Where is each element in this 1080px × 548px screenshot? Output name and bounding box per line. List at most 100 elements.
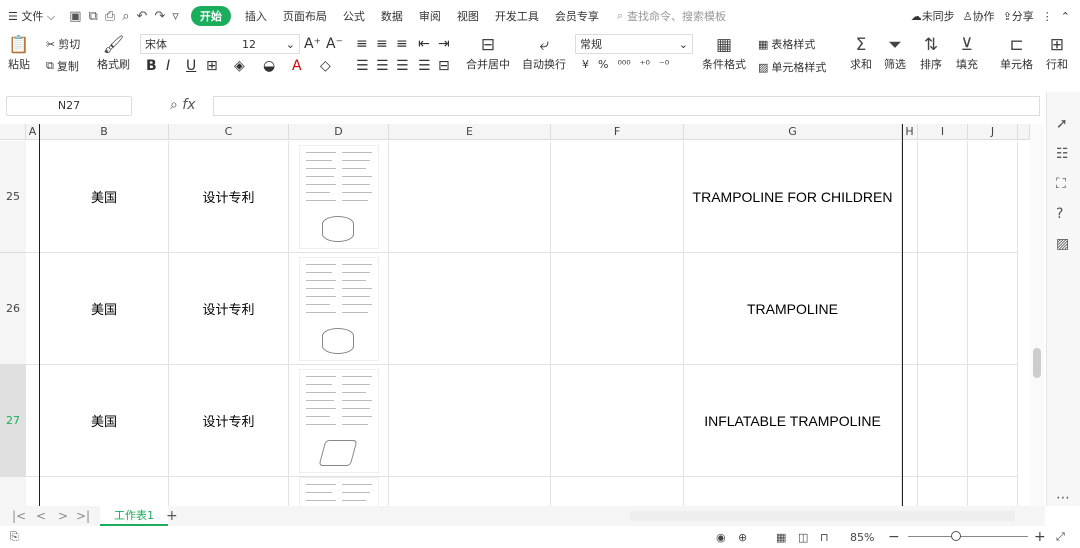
more-icon[interactable]: ⋯: [1056, 490, 1070, 506]
save-icon[interactable]: ▣: [69, 9, 81, 24]
patent-image-cell[interactable]: [289, 365, 389, 477]
underline-icon[interactable]: U: [186, 58, 196, 74]
fx-button[interactable]: fx: [182, 97, 195, 113]
country-cell[interactable]: 美国: [40, 141, 169, 253]
cell[interactable]: [902, 253, 918, 365]
image-icon[interactable]: ▨: [1056, 236, 1069, 252]
row-header[interactable]: 25: [0, 141, 26, 253]
macro-icon[interactable]: ⎘: [10, 530, 19, 544]
copy-button[interactable]: ⧉ 复制: [46, 58, 79, 74]
tab-view[interactable]: 视图: [449, 8, 487, 24]
cell[interactable]: [918, 477, 968, 506]
italic-icon[interactable]: I: [166, 58, 170, 74]
tab-developer[interactable]: 开发工具: [487, 8, 547, 24]
row-header[interactable]: [0, 477, 26, 506]
table-style-button[interactable]: ▦ 表格样式: [758, 36, 815, 52]
zoom-slider-handle[interactable]: [951, 531, 961, 541]
conditional-format-button[interactable]: ▦ 条件格式: [702, 34, 746, 72]
align-right-icon[interactable]: ☰: [396, 58, 409, 74]
align-middle-icon[interactable]: ≡: [376, 36, 388, 52]
number-format-tools[interactable]: ¥ % ⁰⁰⁰ ⁺⁰ ⁻⁰: [582, 58, 669, 71]
column-header-j[interactable]: J: [968, 124, 1018, 140]
column-header-d[interactable]: D: [289, 124, 389, 140]
cell[interactable]: [389, 365, 551, 477]
tab-member[interactable]: 会员专享: [547, 8, 607, 24]
name-box[interactable]: N27: [6, 96, 132, 116]
border-icon[interactable]: ⊞: [206, 58, 218, 74]
bold-icon[interactable]: B: [146, 58, 157, 74]
font-shrink-icon[interactable]: A⁻: [326, 36, 343, 52]
fill-color-icon[interactable]: ◈: [234, 58, 245, 74]
settings-sliders-icon[interactable]: ☷: [1056, 146, 1069, 162]
column-header-i[interactable]: I: [918, 124, 968, 140]
patent-image-cell[interactable]: [289, 141, 389, 253]
preview-icon[interactable]: ⌕: [122, 9, 129, 24]
font-name-select[interactable]: 宋体 ⌄: [140, 34, 300, 54]
patent-type-cell[interactable]: 设计专利: [169, 253, 289, 365]
wrap-text-button[interactable]: ⤶ 自动换行: [522, 34, 566, 72]
sync-button[interactable]: ☁未同步: [911, 8, 955, 24]
zoom-out-button[interactable]: −: [888, 529, 900, 545]
tab-review[interactable]: 审阅: [411, 8, 449, 24]
last-sheet-icon[interactable]: >|: [76, 509, 90, 523]
column-header-h[interactable]: H: [902, 124, 918, 140]
cell[interactable]: [551, 365, 684, 477]
eye-icon[interactable]: ◉: [716, 531, 726, 544]
patent-title-cell[interactable]: TRAMPOLINE FOR CHILDREN: [684, 141, 902, 253]
merge-center-button[interactable]: ⊟ 合并居中: [466, 34, 510, 72]
patent-image-cell[interactable]: [289, 477, 389, 506]
country-cell[interactable]: 美国: [40, 365, 169, 477]
tab-page-layout[interactable]: 页面布局: [275, 8, 335, 24]
filter-button[interactable]: ⏷ 筛选: [884, 34, 906, 72]
sort-button[interactable]: ⇅ 排序: [920, 34, 942, 72]
cell[interactable]: [968, 253, 1018, 365]
align-center-icon[interactable]: ☰: [376, 58, 389, 74]
zoom-level[interactable]: 85%: [850, 531, 874, 544]
sum-button[interactable]: Σ 求和: [850, 34, 872, 72]
row-header[interactable]: 26: [0, 253, 26, 365]
font-size-select[interactable]: 12: [242, 38, 256, 51]
cell[interactable]: [389, 253, 551, 365]
page-break-view-icon[interactable]: ⊓: [820, 531, 829, 544]
indent-increase-icon[interactable]: ⇥: [438, 36, 450, 52]
font-color-icon[interactable]: A: [292, 58, 302, 74]
add-sheet-button[interactable]: +: [166, 508, 178, 524]
select-all-corner[interactable]: [0, 124, 26, 140]
clear-icon[interactable]: ◇: [320, 58, 331, 74]
cell[interactable]: [40, 477, 169, 506]
font-grow-icon[interactable]: A⁺: [304, 36, 321, 52]
format-painter-button[interactable]: 🖌 格式刷: [97, 34, 130, 72]
patent-title-cell[interactable]: TRAMPOLINE: [684, 253, 902, 365]
tab-start[interactable]: 开始: [190, 6, 231, 26]
cell[interactable]: [684, 477, 902, 506]
align-left-icon[interactable]: ☰: [356, 58, 369, 74]
cell[interactable]: [26, 365, 40, 477]
justify-icon[interactable]: ☰: [418, 58, 431, 74]
cell[interactable]: [902, 477, 918, 506]
cut-button[interactable]: ✂ 剪切: [46, 36, 80, 52]
row-col-button[interactable]: ⊞ 行和: [1046, 34, 1068, 72]
column-header-b[interactable]: B: [40, 124, 169, 140]
scroll-thumb[interactable]: [1033, 348, 1041, 378]
command-search[interactable]: ⌕ 查找命令、搜索模板: [617, 8, 726, 24]
export-icon[interactable]: ⧉: [89, 9, 98, 24]
cell[interactable]: [26, 253, 40, 365]
share-button[interactable]: ⇪分享: [1003, 8, 1034, 24]
sheet-tab[interactable]: 工作表1: [100, 506, 168, 526]
undo-icon[interactable]: ↶: [136, 9, 147, 24]
cell[interactable]: [389, 141, 551, 253]
crop-icon[interactable]: ⛶: [1056, 176, 1066, 192]
cell[interactable]: [968, 141, 1018, 253]
zoom-search-icon[interactable]: ⌕: [170, 97, 178, 113]
redo-icon[interactable]: ↷: [154, 9, 165, 24]
fullscreen-icon[interactable]: ⤢: [1056, 530, 1065, 544]
vertical-scrollbar[interactable]: [1030, 124, 1044, 506]
patent-image-cell[interactable]: [289, 253, 389, 365]
print-icon[interactable]: ⎙: [105, 9, 115, 24]
cell[interactable]: [918, 253, 968, 365]
tab-formulas[interactable]: 公式: [335, 8, 373, 24]
prev-sheet-icon[interactable]: <: [36, 509, 46, 523]
column-header-e[interactable]: E: [389, 124, 551, 140]
cell[interactable]: [902, 141, 918, 253]
tab-data[interactable]: 数据: [373, 8, 411, 24]
